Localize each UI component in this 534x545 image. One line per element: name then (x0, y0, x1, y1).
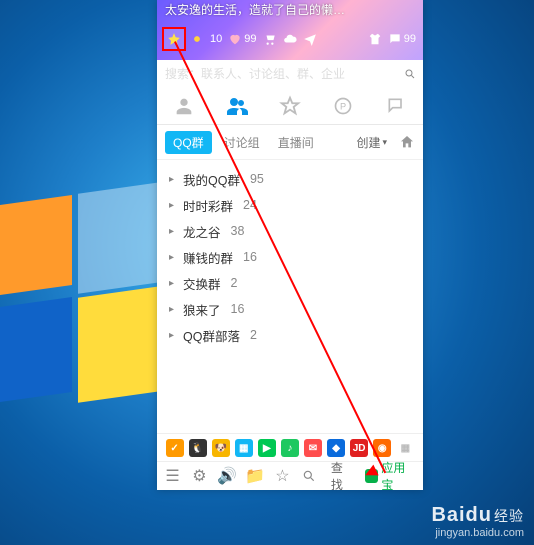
chevron-right-icon: ▸ (169, 278, 177, 289)
svg-text:P: P (340, 101, 346, 111)
home-icon[interactable] (399, 134, 415, 150)
watermark: Baidu经验 jingyan.baidu.com (431, 504, 524, 539)
windows-logo (0, 170, 160, 430)
search-button[interactable] (401, 65, 419, 83)
group-list: ▸我的QQ群95 ▸时时彩群24 ▸龙之谷38 ▸赚钱的群16 ▸交换群2 ▸狼… (157, 160, 423, 358)
app-tray: ✓ 🐧 🐶 ▦ ▶ ♪ ✉ ◆ JD ◉ ▦ (157, 433, 423, 462)
group-sub-tabs: QQ群 讨论组 直播间 创建▾ (157, 125, 423, 160)
vip-star-icon[interactable] (162, 27, 186, 51)
find-icon[interactable] (302, 468, 317, 484)
main-tabs: P (157, 88, 423, 125)
heart-icon[interactable]: 99 (226, 31, 258, 47)
app-icon[interactable]: ♪ (281, 439, 299, 457)
header-icon-row: 10 99 99 (162, 25, 418, 53)
sound-icon[interactable]: 🔊 (219, 468, 235, 484)
group-item[interactable]: ▸QQ群部落2 (157, 322, 423, 348)
sun-icon[interactable] (188, 31, 206, 47)
plane-icon[interactable] (301, 31, 319, 47)
app-grid-icon[interactable]: ▦ (396, 439, 414, 457)
chevron-right-icon: ▸ (169, 304, 177, 315)
message-count[interactable]: 99 (386, 31, 418, 47)
group-item[interactable]: ▸时时彩群24 (157, 192, 423, 218)
profile-header: 太安逸的生活，造就了自己的懒… 10 99 99 (157, 0, 423, 60)
shirt-icon[interactable] (366, 31, 384, 47)
chevron-right-icon: ▸ (169, 330, 177, 341)
tab-contacts[interactable] (167, 89, 201, 123)
find-label[interactable]: 查找 (331, 459, 353, 493)
app-jd-icon[interactable]: JD (350, 439, 368, 457)
folder-icon[interactable]: 📁 (247, 468, 263, 484)
group-item[interactable]: ▸龙之谷38 (157, 218, 423, 244)
tab-discover[interactable]: P (326, 89, 360, 123)
app-icon[interactable]: 🐶 (212, 439, 230, 457)
signature-text[interactable]: 太安逸的生活，造就了自己的懒… (165, 1, 345, 18)
app-icon[interactable]: 🐧 (189, 439, 207, 457)
favorite-icon[interactable]: ☆ (275, 468, 290, 484)
settings-icon[interactable]: ⚙ (192, 468, 207, 484)
search-input[interactable] (157, 60, 399, 88)
group-item[interactable]: ▸狼来了16 (157, 296, 423, 322)
chevron-right-icon: ▸ (169, 226, 177, 237)
app-icon[interactable]: ◆ (327, 439, 345, 457)
app-icon[interactable]: ▶ (258, 439, 276, 457)
vip-level[interactable]: 10 (208, 32, 224, 46)
chevron-right-icon: ▸ (169, 200, 177, 211)
group-item[interactable]: ▸赚钱的群16 (157, 244, 423, 270)
chevron-right-icon: ▸ (169, 252, 177, 263)
menu-icon[interactable]: ☰ (165, 468, 180, 484)
app-icon[interactable]: ✉ (304, 439, 322, 457)
subtab-qq-group[interactable]: QQ群 (165, 131, 212, 154)
create-button[interactable]: 创建▾ (356, 134, 387, 151)
cart-icon[interactable] (261, 31, 279, 47)
cloud-icon[interactable] (281, 31, 299, 47)
group-item[interactable]: ▸交换群2 (157, 270, 423, 296)
chevron-right-icon: ▸ (169, 174, 177, 185)
group-item[interactable]: ▸我的QQ群95 (157, 166, 423, 192)
qq-main-panel: 太安逸的生活，造就了自己的懒… 10 99 99 P QQ群 讨 (157, 0, 423, 490)
subtab-live[interactable]: 直播间 (272, 131, 320, 154)
tab-favorites[interactable] (273, 89, 307, 123)
tab-sessions[interactable] (379, 89, 413, 123)
app-icon[interactable]: ✓ (166, 439, 184, 457)
tab-groups[interactable] (220, 89, 254, 123)
app-icon[interactable]: ▦ (235, 439, 253, 457)
